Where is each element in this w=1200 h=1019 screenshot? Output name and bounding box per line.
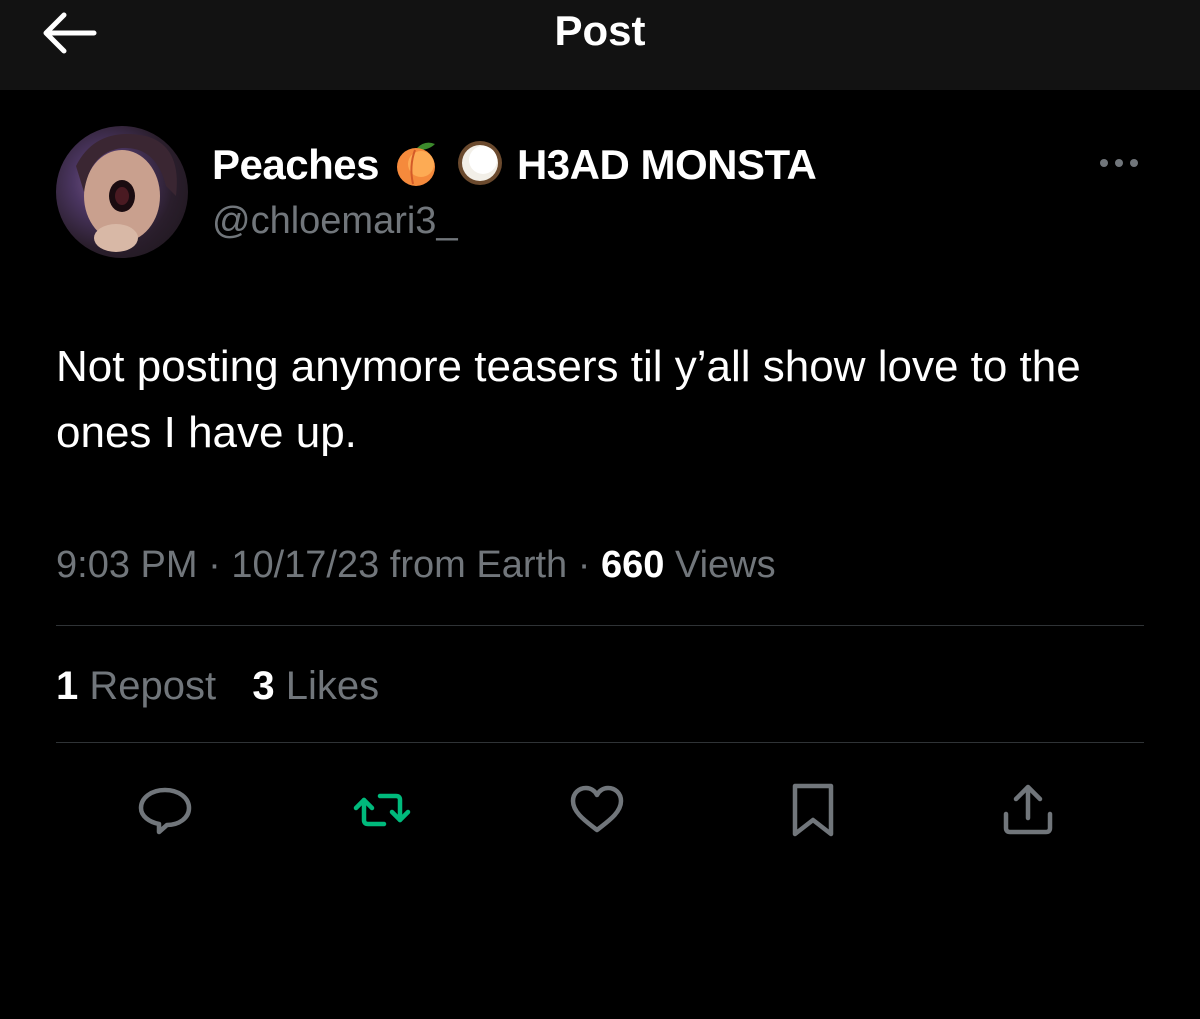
divider <box>56 742 1144 743</box>
views-count: 660 <box>600 544 665 586</box>
user-handle[interactable]: @chloemari3_ <box>212 198 458 244</box>
top-bar: Post <box>0 0 1200 90</box>
repost-arrows-icon <box>353 793 411 827</box>
peach-emoji-icon <box>391 138 441 193</box>
like-button[interactable] <box>567 780 627 840</box>
reposts-count: 1 <box>56 664 79 708</box>
bookmark-button[interactable] <box>783 780 843 840</box>
meta-separator: · <box>208 544 221 586</box>
post-metadata: 9:03 PM · 10/17/23 from Earth · 660 View… <box>56 540 776 590</box>
reposts-label: Repost <box>89 664 217 708</box>
repost-button[interactable] <box>352 780 412 840</box>
likes-stat[interactable]: 3 Likes <box>252 664 379 708</box>
more-options-button[interactable] <box>1094 148 1144 178</box>
avatar[interactable] <box>56 126 188 258</box>
page-title: Post <box>554 7 646 54</box>
author-name-row: Peaches H3AD MONSTA <box>212 138 817 193</box>
display-name-suffix: H3AD MONSTA <box>516 141 817 188</box>
coconut-emoji-icon <box>453 138 507 193</box>
likes-count: 3 <box>252 664 275 708</box>
engagement-stats: 1 Repost 3 Likes <box>56 660 379 712</box>
display-name[interactable]: Peaches <box>212 141 379 189</box>
divider <box>56 625 1144 626</box>
reposts-stat[interactable]: 1 Repost <box>56 664 216 708</box>
speech-bubble-icon <box>138 787 192 835</box>
meta-separator: · <box>577 544 591 586</box>
bookmark-icon <box>792 783 834 837</box>
views-label: Views <box>674 544 776 586</box>
likes-label: Likes <box>285 664 380 708</box>
post-time[interactable]: 9:03 PM <box>56 544 198 586</box>
post-source: from Earth <box>389 544 568 586</box>
share-upload-icon <box>1003 784 1053 835</box>
heart-icon <box>570 785 624 833</box>
reply-button[interactable] <box>135 780 195 840</box>
post-text: Not posting anymore teasers til y’all sh… <box>56 342 1081 457</box>
more-horizontal-icon <box>1100 159 1138 167</box>
share-button[interactable] <box>998 780 1058 840</box>
post-date[interactable]: 10/17/23 <box>231 544 379 586</box>
